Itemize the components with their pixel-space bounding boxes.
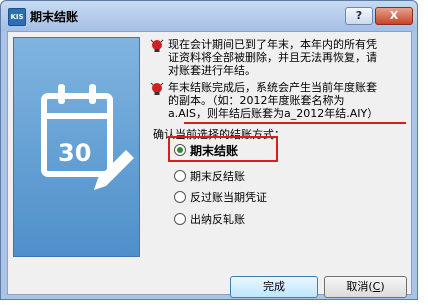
radio-label: 反过账当期凭证 [190, 191, 267, 204]
radio-label: 期末反结账 [190, 170, 245, 183]
notice-text-1: 现在会计期间已到了年末，本年内的所有凭 证资料将全部被删除，并且无法再恢复，请 … [168, 38, 377, 77]
radio-label: 出纳反轧账 [190, 213, 245, 226]
finish-button[interactable]: 完成 [230, 276, 318, 298]
radio-reverse-post-vouchers[interactable]: 反过账当期凭证 [174, 189, 267, 205]
calendar-illustration: 30 [13, 37, 140, 257]
dialog-content: 30 现在会计期间已到了年末，本年内的所有凭 证资料将全部被删除，并且无法再恢复… [7, 31, 412, 298]
radio-button[interactable] [174, 191, 186, 203]
notice2-line: a.AIS，则年结后账套为a_2012年结.AIY） [168, 107, 379, 120]
dialog-window: KIS 期末结账 ? X 30 现在会计期间已到了年末，本年内的所有凭 证资料将… [0, 0, 418, 300]
notice1-line: 对账套进行年结。 [168, 64, 256, 77]
pencil-icon [94, 150, 134, 190]
app-icon: KIS [8, 8, 26, 26]
radio-button[interactable] [174, 213, 186, 225]
radio-period-end-close[interactable]: 期末结账 [174, 142, 238, 158]
highlight-underline [184, 122, 406, 124]
notice2-line: 年末结账完成后，系统会产生当前年度账套 [168, 81, 377, 94]
cancel-button[interactable]: 取消(C) [324, 276, 407, 298]
radio-label: 期末结账 [190, 143, 239, 158]
warning-bulb-icon [150, 82, 164, 95]
help-button[interactable]: ? [345, 7, 373, 25]
radio-cashier-reverse[interactable]: 出纳反轧账 [174, 211, 245, 227]
title-bar[interactable]: KIS 期末结账 ? X [1, 1, 417, 31]
radio-button[interactable] [174, 170, 186, 182]
notice1-line: 证资料将全部被删除，并且无法再恢复，请 [168, 51, 377, 64]
radio-period-end-reverse-close[interactable]: 期末反结账 [174, 168, 245, 184]
calendar-icon: 30 [41, 84, 134, 190]
warning-bulb-icon [150, 39, 164, 52]
window-title: 期末结账 [30, 10, 79, 24]
radio-button[interactable] [174, 144, 186, 156]
notice1-line: 现在会计期间已到了年末，本年内的所有凭 [168, 38, 377, 51]
close-button[interactable]: X [375, 7, 413, 25]
cancel-label-end: ) [380, 280, 385, 293]
calendar-day-number: 30 [58, 139, 91, 167]
notice2-line: 的副本。（如：2012年度账套名称为 [168, 94, 345, 107]
notice-text-2: 年末结账完成后，系统会产生当前年度账套 的副本。（如：2012年度账套名称为 a… [168, 81, 378, 120]
cancel-label: 取消( [346, 280, 373, 293]
